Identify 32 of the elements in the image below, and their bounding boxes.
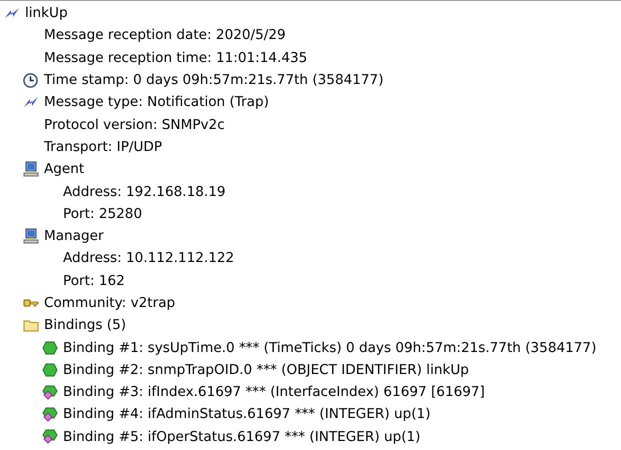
tree-item[interactable]: Binding #4: ifAdminStatus.61697 *** (INTEGER) up(1) (63, 406, 430, 422)
clock-icon (23, 72, 38, 88)
tree-item[interactable]: Address: 192.168.18.19 (63, 184, 226, 200)
tree-item[interactable]: Time stamp: 0 days 09h:57m:21s.77th (3584177) (44, 72, 384, 88)
lightning-icon (23, 96, 39, 108)
lightning-icon (4, 7, 20, 20)
tree-item[interactable]: Message type: Notification (Trap) (44, 94, 269, 110)
tree-item[interactable]: Message reception date: 2020/5/29 (44, 27, 286, 44)
gem-with-diamond-icon (42, 406, 58, 422)
tree-item[interactable]: Transport: IP/UDP (44, 138, 162, 155)
tree-item[interactable]: Message reception time: 11:01:14.435 (44, 50, 308, 66)
tree-item[interactable]: Binding #5: ifOperStatus.61697 *** (INTEGER) up(1) (63, 428, 420, 445)
tree-item[interactable]: Protocol version: SNMPv2c (44, 116, 225, 133)
tree-item[interactable]: Manager (44, 228, 104, 244)
gem-with-diamond-icon (42, 429, 58, 444)
folder-icon (23, 318, 39, 332)
tree-item[interactable]: Community: v2trap (44, 295, 176, 311)
tree-item[interactable]: Binding #2: snmpTrapOID.0 *** (OBJECT IDENTIFIER) linkUp (63, 362, 469, 378)
tree-item[interactable]: Port: 25280 (63, 206, 142, 222)
tree-item[interactable]: Bindings (5) (44, 317, 126, 334)
tree-item[interactable]: Address: 10.112.112.122 (63, 250, 234, 266)
computer-icon (23, 161, 39, 178)
gem-icon (42, 340, 58, 355)
key-icon (23, 298, 39, 308)
tree-item[interactable]: linkUp (25, 5, 68, 22)
tree-item[interactable]: Binding #3: ifIndex.61697 *** (InterfaceIndex) 61697 [61697] (63, 384, 485, 400)
gem-with-diamond-icon (42, 384, 58, 400)
gem-icon (42, 362, 58, 377)
tree-item[interactable]: Binding #1: sysUpTime.0 *** (TimeTicks) 0 days 09h:57m:21s.77th (3584177) (63, 340, 596, 356)
tree-item[interactable]: Agent (44, 161, 84, 178)
tree-item[interactable]: Port: 162 (63, 272, 125, 289)
computer-icon (23, 228, 39, 244)
